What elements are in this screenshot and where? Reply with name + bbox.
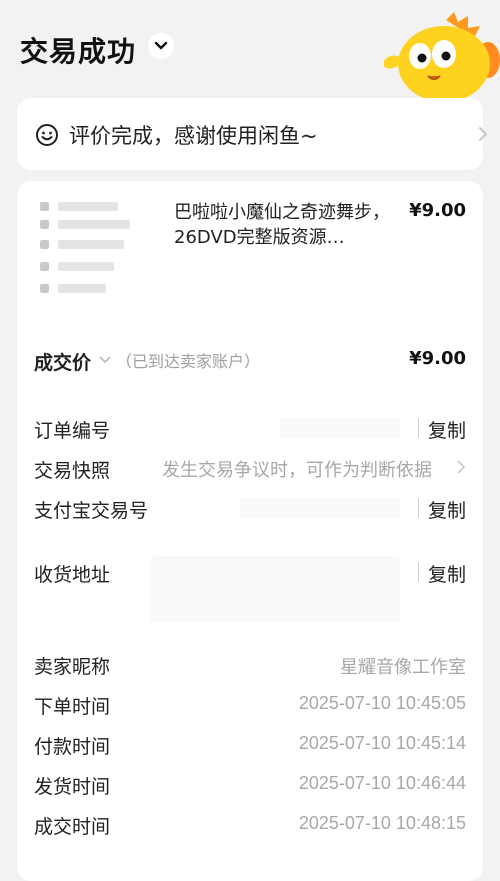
header: 交易成功 bbox=[0, 0, 500, 98]
smile-face-icon bbox=[36, 124, 58, 146]
thumbnail-detail bbox=[58, 284, 106, 293]
deal-price-note: （已到达卖家账户） bbox=[116, 352, 261, 371]
order-time-label: 下单时间 bbox=[34, 696, 111, 718]
payment-time-label: 付款时间 bbox=[34, 736, 111, 758]
redacted-alipay-number bbox=[240, 498, 400, 518]
alipay-trade-number-label: 支付宝交易号 bbox=[34, 500, 149, 522]
deal-price-label[interactable]: 成交价 bbox=[34, 348, 91, 375]
seller-nickname-label: 卖家昵称 bbox=[34, 656, 111, 678]
shipping-time-value: 2025-07-10 10:46:44 bbox=[298, 773, 466, 793]
review-status-banner[interactable]: 评价完成，感谢使用闲鱼~ bbox=[17, 98, 488, 170]
payment-time-value: 2025-07-10 10:45:14 bbox=[298, 733, 466, 753]
thumbnail-detail bbox=[40, 202, 49, 211]
product-title[interactable]: 巴啦啦小魔仙之奇迹舞步，26DVD完整版资源… bbox=[174, 200, 396, 250]
chevron-down-icon bbox=[154, 41, 168, 50]
redacted-order-number bbox=[280, 418, 400, 438]
trade-snapshot-hint[interactable]: 发生交易争议时，可作为判断依据 bbox=[162, 456, 432, 482]
copy-alipay-number-button[interactable]: 复制 bbox=[428, 496, 466, 523]
deal-price-value: ¥9.00 bbox=[409, 348, 466, 369]
seller-nickname-value[interactable]: 星耀音像工作室 bbox=[340, 653, 466, 679]
shipping-time-label: 发货时间 bbox=[34, 776, 111, 798]
copy-order-number-button[interactable]: 复制 bbox=[428, 416, 466, 443]
review-status-text: 评价完成，感谢使用闲鱼~ bbox=[69, 124, 318, 148]
thumbnail-detail bbox=[58, 202, 118, 211]
thumbnail-detail bbox=[58, 262, 114, 271]
copy-address-button[interactable]: 复制 bbox=[428, 560, 466, 587]
divider bbox=[418, 418, 419, 438]
completion-time-value: 2025-07-10 10:48:15 bbox=[298, 813, 466, 833]
thumbnail-detail bbox=[40, 240, 49, 249]
chevron-right-icon bbox=[479, 127, 488, 141]
order-time-value: 2025-07-10 10:45:05 bbox=[298, 693, 466, 713]
completion-time-label: 成交时间 bbox=[34, 816, 111, 838]
chevron-right-icon[interactable] bbox=[456, 460, 466, 474]
trade-snapshot-label[interactable]: 交易快照 bbox=[34, 456, 110, 483]
redacted-shipping-address bbox=[150, 556, 400, 622]
product-price: ¥9.00 bbox=[409, 200, 466, 221]
divider bbox=[418, 562, 419, 582]
thumbnail-detail bbox=[58, 220, 130, 229]
shipping-address-label: 收货地址 bbox=[34, 564, 111, 586]
order-number-label: 订单编号 bbox=[34, 420, 111, 442]
thumbnail-detail bbox=[40, 284, 49, 293]
product-thumbnail[interactable] bbox=[34, 190, 158, 316]
fish-mascot-icon bbox=[384, 12, 500, 98]
chevron-down-icon[interactable] bbox=[99, 356, 111, 364]
thumbnail-detail bbox=[40, 220, 49, 229]
divider bbox=[418, 498, 419, 518]
thumbnail-detail bbox=[58, 240, 124, 249]
title-toggle-button[interactable] bbox=[148, 33, 174, 59]
thumbnail-detail bbox=[40, 262, 49, 271]
page-title: 交易成功 bbox=[20, 35, 137, 68]
